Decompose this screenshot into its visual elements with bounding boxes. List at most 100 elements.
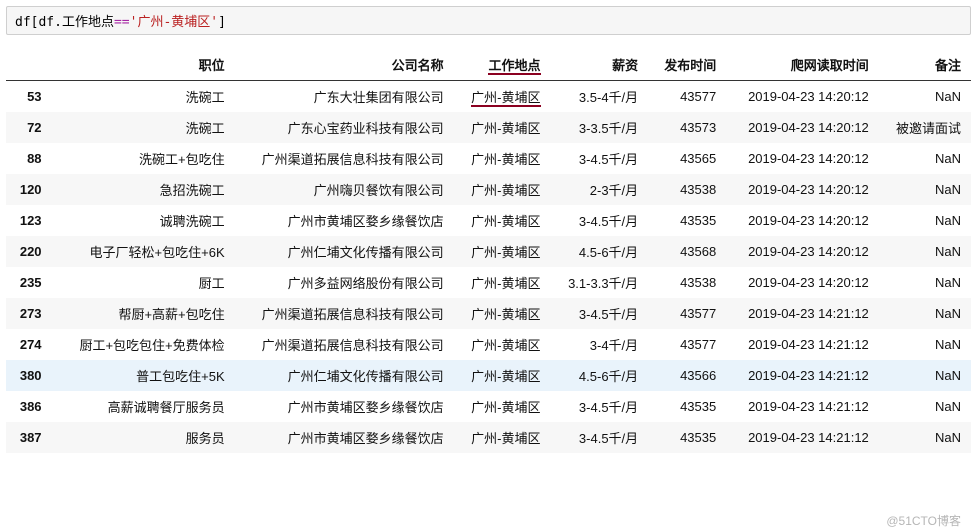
cell: 广州市黄埔区婺乡缘餐饮店 [235, 205, 454, 236]
col-header: 职位 [56, 49, 235, 81]
cell: 广州渠道拓展信息科技有限公司 [235, 298, 454, 329]
cell: 2019-04-23 14:20:12 [726, 112, 879, 143]
code-operator: == [114, 15, 130, 30]
table-row[interactable]: 220电子厂轻松+包吃住+6K广州仁埔文化传播有限公司广州-黄埔区4.5-6千/… [6, 236, 971, 267]
cell: 广州渠道拓展信息科技有限公司 [235, 329, 454, 360]
col-header: 工作地点 [454, 49, 551, 81]
cell: 广州-黄埔区 [454, 174, 551, 205]
table-row[interactable]: 274厨工+包吃包住+免费体检广州渠道拓展信息科技有限公司广州-黄埔区3-4千/… [6, 329, 971, 360]
cell: 广州-黄埔区 [454, 329, 551, 360]
cell: 洗碗工 [56, 112, 235, 143]
cell: 广州仁埔文化传播有限公司 [235, 360, 454, 391]
code-input-cell[interactable]: df[df.工作地点=='广州-黄埔区'] [6, 6, 971, 35]
code-string-literal: '广州-黄埔区' [130, 15, 218, 30]
cell: 广州-黄埔区 [454, 391, 551, 422]
cell: 43573 [648, 112, 726, 143]
table-row[interactable]: 88洗碗工+包吃住广州渠道拓展信息科技有限公司广州-黄埔区3-4.5千/月435… [6, 143, 971, 174]
cell: 43566 [648, 360, 726, 391]
table-row[interactable]: 120急招洗碗工广州嗨贝餐饮有限公司广州-黄埔区2-3千/月435382019-… [6, 174, 971, 205]
cell: 43538 [648, 174, 726, 205]
table-row[interactable]: 53洗碗工广东大壮集团有限公司广州-黄埔区3.5-4千/月435772019-0… [6, 81, 971, 113]
cell: 4.5-6千/月 [551, 360, 649, 391]
cell: NaN [879, 329, 971, 360]
cell: 2019-04-23 14:20:12 [726, 174, 879, 205]
cell: 普工包吃住+5K [56, 360, 235, 391]
table-row[interactable]: 72洗碗工广东心宝药业科技有限公司广州-黄埔区3-3.5千/月435732019… [6, 112, 971, 143]
cell: 43577 [648, 81, 726, 113]
cell: 洗碗工 [56, 81, 235, 113]
cell: 43538 [648, 267, 726, 298]
row-index: 274 [6, 329, 56, 360]
code-text-prefix: df[df.工作地点 [15, 15, 114, 30]
cell: 广州渠道拓展信息科技有限公司 [235, 143, 454, 174]
cell: 广东大壮集团有限公司 [235, 81, 454, 113]
row-index: 72 [6, 112, 56, 143]
cell: NaN [879, 360, 971, 391]
cell: 广州-黄埔区 [454, 112, 551, 143]
cell: 广州-黄埔区 [454, 298, 551, 329]
cell: 广州-黄埔区 [454, 360, 551, 391]
cell: 3-4千/月 [551, 329, 649, 360]
cell: NaN [879, 422, 971, 453]
cell: 3-3.5千/月 [551, 112, 649, 143]
col-header: 发布时间 [648, 49, 726, 81]
col-header: 薪资 [551, 49, 649, 81]
row-index: 387 [6, 422, 56, 453]
cell: 2019-04-23 14:20:12 [726, 143, 879, 174]
cell: 2019-04-23 14:20:12 [726, 81, 879, 113]
col-header: 备注 [879, 49, 971, 81]
cell: 服务员 [56, 422, 235, 453]
cell: 广州市黄埔区婺乡缘餐饮店 [235, 422, 454, 453]
row-index: 386 [6, 391, 56, 422]
cell: NaN [879, 143, 971, 174]
dataframe-output-table: 职位公司名称工作地点薪资发布时间爬网读取时间备注 53洗碗工广东大壮集团有限公司… [6, 49, 971, 453]
cell: 2019-04-23 14:20:12 [726, 267, 879, 298]
row-index: 380 [6, 360, 56, 391]
cell: 广州-黄埔区 [454, 422, 551, 453]
cell: NaN [879, 174, 971, 205]
row-index: 273 [6, 298, 56, 329]
cell: 广州-黄埔区 [454, 267, 551, 298]
row-index: 53 [6, 81, 56, 113]
cell: 高薪诚聘餐厅服务员 [56, 391, 235, 422]
cell: NaN [879, 267, 971, 298]
cell: 2019-04-23 14:21:12 [726, 360, 879, 391]
cell: 2019-04-23 14:20:12 [726, 205, 879, 236]
row-index: 123 [6, 205, 56, 236]
cell: 广州嗨贝餐饮有限公司 [235, 174, 454, 205]
cell: 广东心宝药业科技有限公司 [235, 112, 454, 143]
cell: 3-4.5千/月 [551, 298, 649, 329]
cell: 2019-04-23 14:21:12 [726, 391, 879, 422]
table-row[interactable]: 380普工包吃住+5K广州仁埔文化传播有限公司广州-黄埔区4.5-6千/月435… [6, 360, 971, 391]
cell: 43535 [648, 205, 726, 236]
table-header: 职位公司名称工作地点薪资发布时间爬网读取时间备注 [6, 49, 971, 81]
table-row[interactable]: 235厨工广州多益网络股份有限公司广州-黄埔区3.1-3.3千/月4353820… [6, 267, 971, 298]
cell: 3.5-4千/月 [551, 81, 649, 113]
table-row[interactable]: 273帮厨+高薪+包吃住广州渠道拓展信息科技有限公司广州-黄埔区3-4.5千/月… [6, 298, 971, 329]
cell: 3.1-3.3千/月 [551, 267, 649, 298]
cell: 2-3千/月 [551, 174, 649, 205]
cell: 43565 [648, 143, 726, 174]
cell: NaN [879, 81, 971, 113]
code-text-suffix: ] [218, 15, 226, 30]
table-row[interactable]: 387服务员广州市黄埔区婺乡缘餐饮店广州-黄埔区3-4.5千/月43535201… [6, 422, 971, 453]
cell: 2019-04-23 14:21:12 [726, 329, 879, 360]
cell: 厨工 [56, 267, 235, 298]
table-row[interactable]: 123诚聘洗碗工广州市黄埔区婺乡缘餐饮店广州-黄埔区3-4.5千/月435352… [6, 205, 971, 236]
table-body: 53洗碗工广东大壮集团有限公司广州-黄埔区3.5-4千/月435772019-0… [6, 81, 971, 454]
cell: NaN [879, 236, 971, 267]
cell: 急招洗碗工 [56, 174, 235, 205]
table-row[interactable]: 386高薪诚聘餐厅服务员广州市黄埔区婺乡缘餐饮店广州-黄埔区3-4.5千/月43… [6, 391, 971, 422]
index-header [6, 49, 56, 81]
row-index: 235 [6, 267, 56, 298]
cell: NaN [879, 298, 971, 329]
cell: 43568 [648, 236, 726, 267]
cell: 厨工+包吃包住+免费体检 [56, 329, 235, 360]
cell: 广州多益网络股份有限公司 [235, 267, 454, 298]
row-index: 220 [6, 236, 56, 267]
cell: 3-4.5千/月 [551, 143, 649, 174]
cell: 3-4.5千/月 [551, 205, 649, 236]
cell: NaN [879, 391, 971, 422]
cell: 43577 [648, 298, 726, 329]
cell: 2019-04-23 14:20:12 [726, 236, 879, 267]
